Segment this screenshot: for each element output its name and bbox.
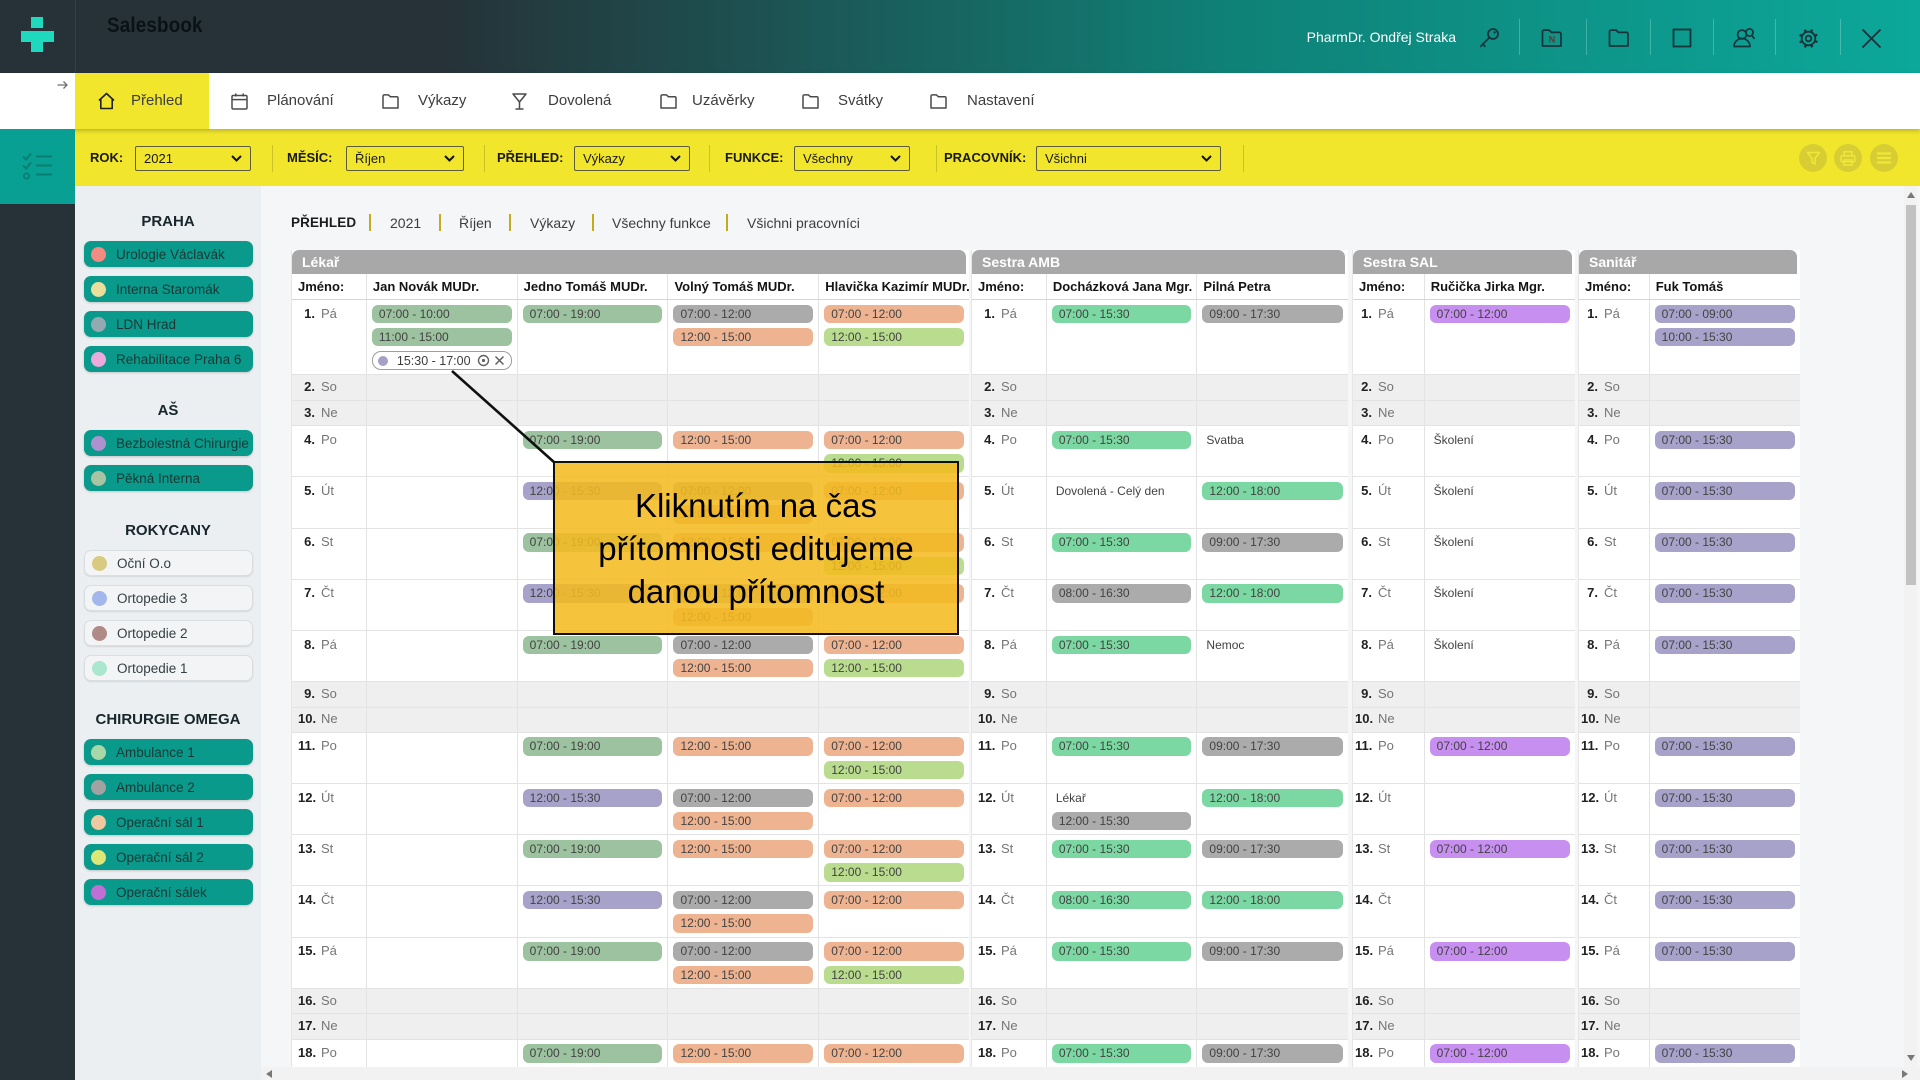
svg-text:N: N bbox=[1549, 34, 1556, 44]
